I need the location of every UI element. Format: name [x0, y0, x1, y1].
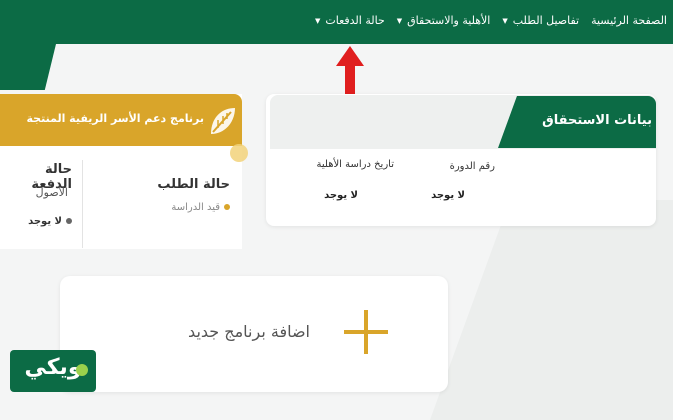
navbar-accent — [0, 44, 56, 90]
plus-icon[interactable] — [344, 310, 388, 354]
eligibility-card-title: بيانات الاستحقاق — [542, 113, 652, 128]
status-dot-icon — [66, 218, 72, 224]
nav-payment-status[interactable]: حالة الدفعات ▼ — [315, 14, 385, 27]
nav-home[interactable]: الصفحة الرئيسية — [591, 14, 667, 27]
logo-dot-icon — [76, 364, 88, 376]
leaf-logo-icon — [211, 108, 235, 134]
payment-status-value: لا يوجد — [0, 216, 72, 227]
nav-home-label: الصفحة الرئيسية — [591, 14, 667, 27]
request-status-text: قيد الدراسة — [171, 202, 220, 213]
nav-payment-status-label: حالة الدفعات — [325, 14, 385, 27]
background-decor — [429, 200, 673, 420]
payment-status-text: لا يوجد — [28, 216, 62, 227]
eligibility-study-date-value: لا يوجد — [324, 190, 358, 201]
decorative-circle — [230, 144, 248, 162]
nav-request-details[interactable]: تفاصيل الطلب ▼ — [502, 14, 579, 27]
cycle-number-value: لا يوجد — [431, 190, 465, 201]
column-divider — [82, 160, 83, 248]
caret-down-icon: ▼ — [502, 16, 508, 25]
nav-request-details-label: تفاصيل الطلب — [512, 14, 580, 27]
program-title: برنامج دعم الأسر الريفية المنتجة — [26, 112, 204, 125]
add-program-label: اضافة برنامج جديد — [188, 322, 310, 341]
red-arrow-up-icon — [336, 46, 364, 100]
caret-down-icon: ▼ — [315, 16, 321, 25]
nav-eligibility[interactable]: الأهلية والاستحقاق ▼ — [397, 14, 491, 27]
caret-down-icon: ▼ — [396, 16, 403, 25]
status-dot-icon — [224, 204, 230, 210]
main-nav: الصفحة الرئيسية تفاصيل الطلب ▼ الأهلية و… — [303, 14, 667, 27]
request-status-label: حالة الطلب — [157, 177, 230, 192]
payment-sub-label: الأصول — [35, 186, 68, 199]
eligibility-study-date-label: تاريخ دراسة الأهلية — [316, 159, 395, 170]
cycle-number-label: رقم الدورة — [449, 161, 495, 172]
nav-eligibility-label: الأهلية والاستحقاق — [407, 14, 491, 27]
request-status-value: قيد الدراسة — [150, 202, 230, 213]
